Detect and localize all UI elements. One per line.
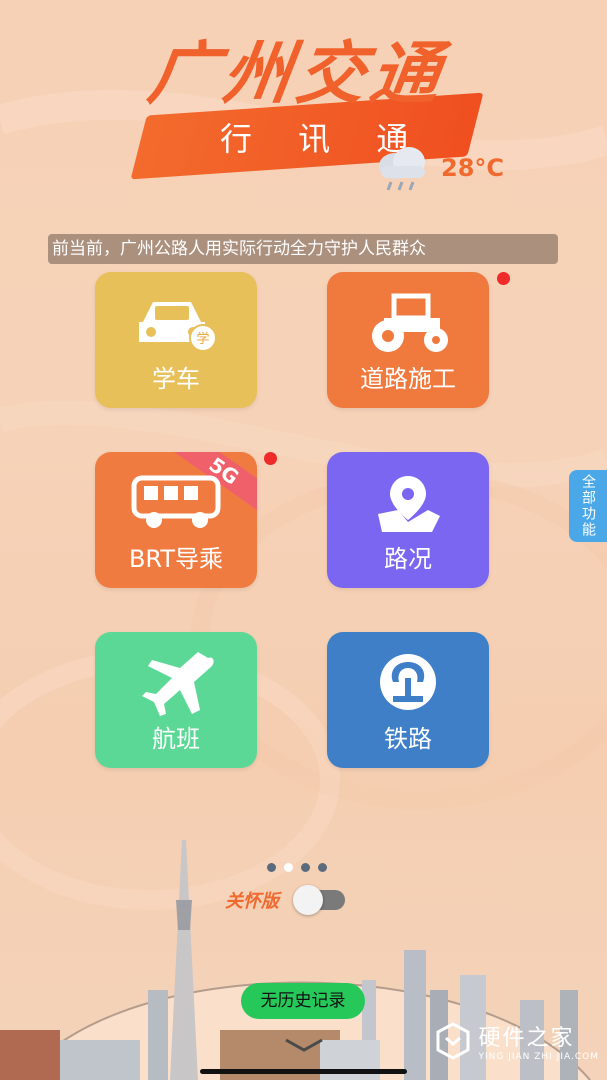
tile-label: 路况 <box>384 545 432 573</box>
watermark-subtitle: YING JIAN ZHI JIA.COM <box>478 1052 599 1062</box>
tile-brt-guide[interactable]: 5G BRT导乘 <box>95 452 257 588</box>
tile-label: 学车 <box>152 365 200 393</box>
tile-road-construction[interactable]: 道路施工 <box>327 272 489 408</box>
tile-label: 铁路 <box>384 725 432 753</box>
chevron-down-icon[interactable] <box>282 1036 326 1054</box>
notification-dot <box>497 272 510 285</box>
tile-label: BRT导乘 <box>128 545 224 573</box>
tile-railway[interactable]: 铁路 <box>327 632 489 768</box>
history-button[interactable]: 无历史记录 <box>241 983 365 1019</box>
car-icon: 学 <box>139 302 217 352</box>
tile-traffic[interactable]: 路况 <box>327 452 489 588</box>
all-functions-tab[interactable]: 全部功能 <box>569 470 607 542</box>
watermark-logo-icon <box>436 1022 470 1060</box>
tile-flights[interactable]: 航班 <box>95 632 257 768</box>
watermark-title: 硬件之家 <box>478 1026 575 1051</box>
bus-icon <box>131 475 221 528</box>
railway-icon <box>380 654 436 710</box>
logo-title: 广州交通 <box>143 35 451 114</box>
airplane-icon <box>142 652 214 716</box>
home-indicator[interactable] <box>200 1069 407 1074</box>
watermark: 硬件之家 YING JIAN ZHI JIA.COM <box>434 1020 599 1062</box>
marquee-text: 前当前，广州公路人用实际行动全力守护人民群众 <box>52 239 426 259</box>
rain-cloud-icon <box>379 147 425 191</box>
tile-label: 道路施工 <box>360 365 456 393</box>
temperature-label: 28°C <box>441 154 505 182</box>
tile-label: 航班 <box>152 725 200 753</box>
road-roller-icon <box>372 293 448 352</box>
map-pin-icon <box>378 476 440 532</box>
tile-learn-driving[interactable]: 学 学车 <box>95 272 257 408</box>
news-marquee[interactable]: 前当前，广州公路人用实际行动全力守护人民群众 <box>48 234 558 264</box>
notification-dot <box>264 452 277 465</box>
weather-widget[interactable]: 28°C <box>375 144 504 192</box>
car-badge-text: 学 <box>196 331 209 347</box>
